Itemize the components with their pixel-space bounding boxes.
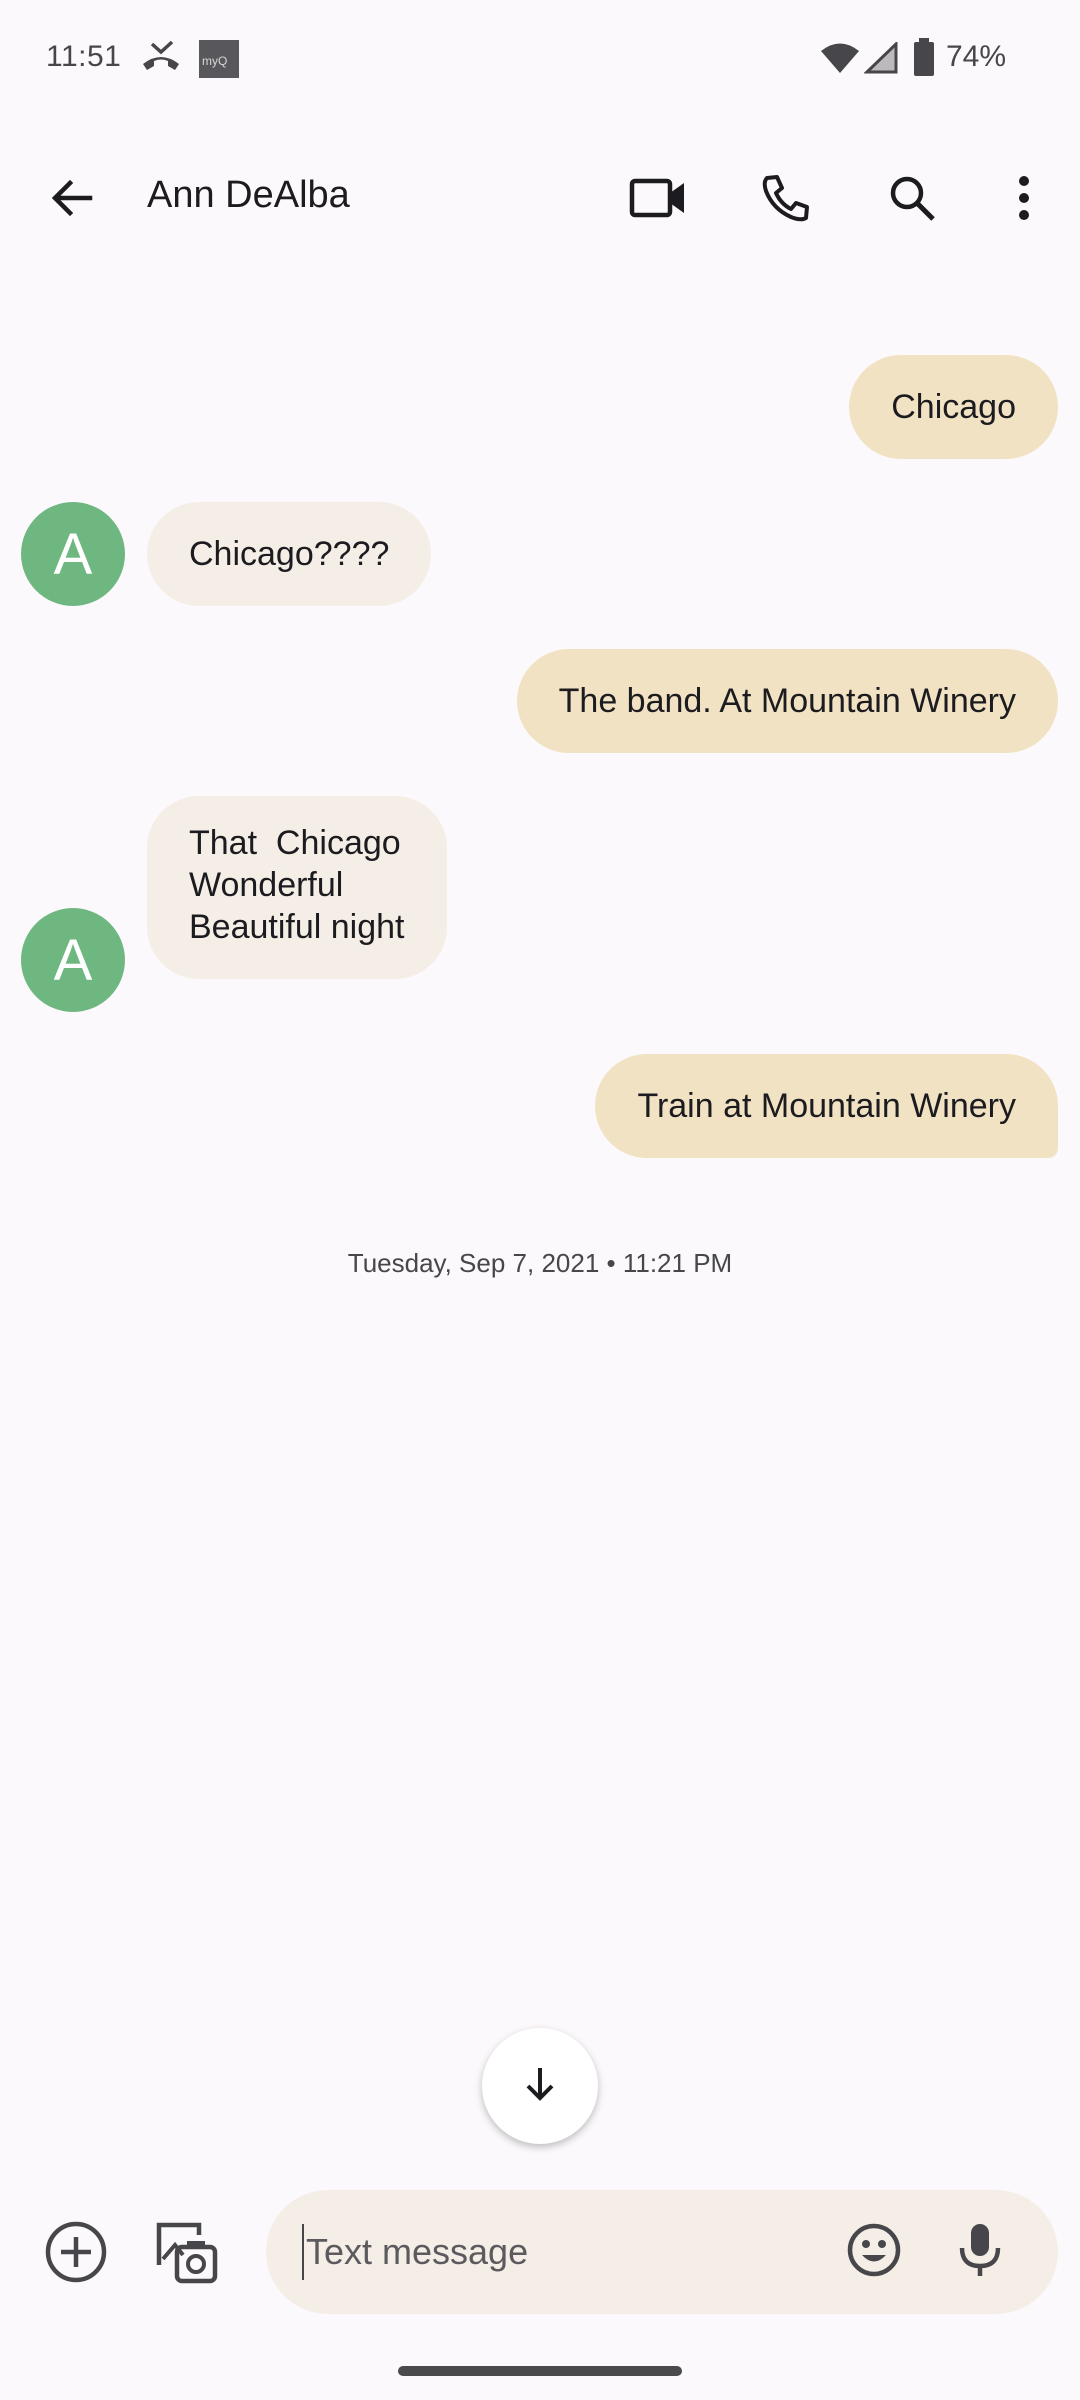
battery-percent: 74% [946, 40, 1007, 73]
status-bar: 11:51 myQ 74% [0, 0, 1080, 120]
add-circle-icon [44, 2220, 108, 2289]
phone-icon [761, 173, 811, 228]
more-vert-icon [1018, 175, 1030, 225]
avatar-initial: A [53, 521, 93, 587]
avatar-initial: A [53, 927, 93, 993]
status-time: 11:51 [46, 40, 122, 73]
emoji-button[interactable] [826, 2204, 922, 2300]
text-message-input[interactable] [302, 2224, 802, 2280]
more-options-button[interactable] [976, 152, 1072, 248]
avatar[interactable]: A [21, 908, 125, 1012]
missed-call-icon [140, 40, 182, 79]
gallery-camera-icon [153, 2219, 219, 2290]
back-arrow-icon [48, 174, 96, 227]
avatar[interactable]: A [21, 502, 125, 606]
back-button[interactable] [24, 152, 120, 248]
app-bar: Ann DeAlba [0, 140, 1080, 260]
phone-call-button[interactable] [738, 152, 834, 248]
message-timestamp: Tuesday, Sep 7, 2021 • 11:21 PM [347, 1248, 733, 1278]
myq-label: myQ [202, 54, 227, 68]
search-icon [888, 174, 936, 227]
outgoing-message[interactable]: The band. At Mountain Winery [516, 649, 1058, 753]
outgoing-message[interactable]: Train at Mountain Winery [595, 1054, 1058, 1158]
video-call-button[interactable] [610, 152, 706, 248]
home-indicator[interactable] [398, 2366, 682, 2376]
search-button[interactable] [864, 152, 960, 248]
incoming-message[interactable]: Chicago???? [147, 502, 432, 606]
gallery-camera-button[interactable] [138, 2206, 234, 2302]
scroll-to-bottom-button[interactable] [482, 2028, 598, 2144]
incoming-message[interactable]: That Chicago Wonderful Beautiful night [147, 796, 447, 979]
video-call-icon [629, 177, 687, 224]
outgoing-message[interactable]: Chicago [849, 355, 1058, 459]
add-attachment-button[interactable] [28, 2206, 124, 2302]
compose-field[interactable] [266, 2190, 1058, 2314]
arrow-down-icon [520, 2064, 560, 2109]
microphone-icon [958, 2222, 1002, 2283]
battery-icon [913, 38, 935, 81]
emoji-icon [846, 2222, 902, 2283]
voice-input-button[interactable] [932, 2204, 1028, 2300]
message-line: That Chicago [189, 824, 401, 862]
myq-app-icon: myQ [199, 40, 239, 83]
wifi-icon [820, 42, 860, 79]
message-line: Beautiful night [189, 908, 405, 946]
contact-name[interactable]: Ann DeAlba [147, 174, 350, 217]
message-line: Wonderful [189, 866, 344, 904]
cell-signal-icon [863, 40, 898, 79]
